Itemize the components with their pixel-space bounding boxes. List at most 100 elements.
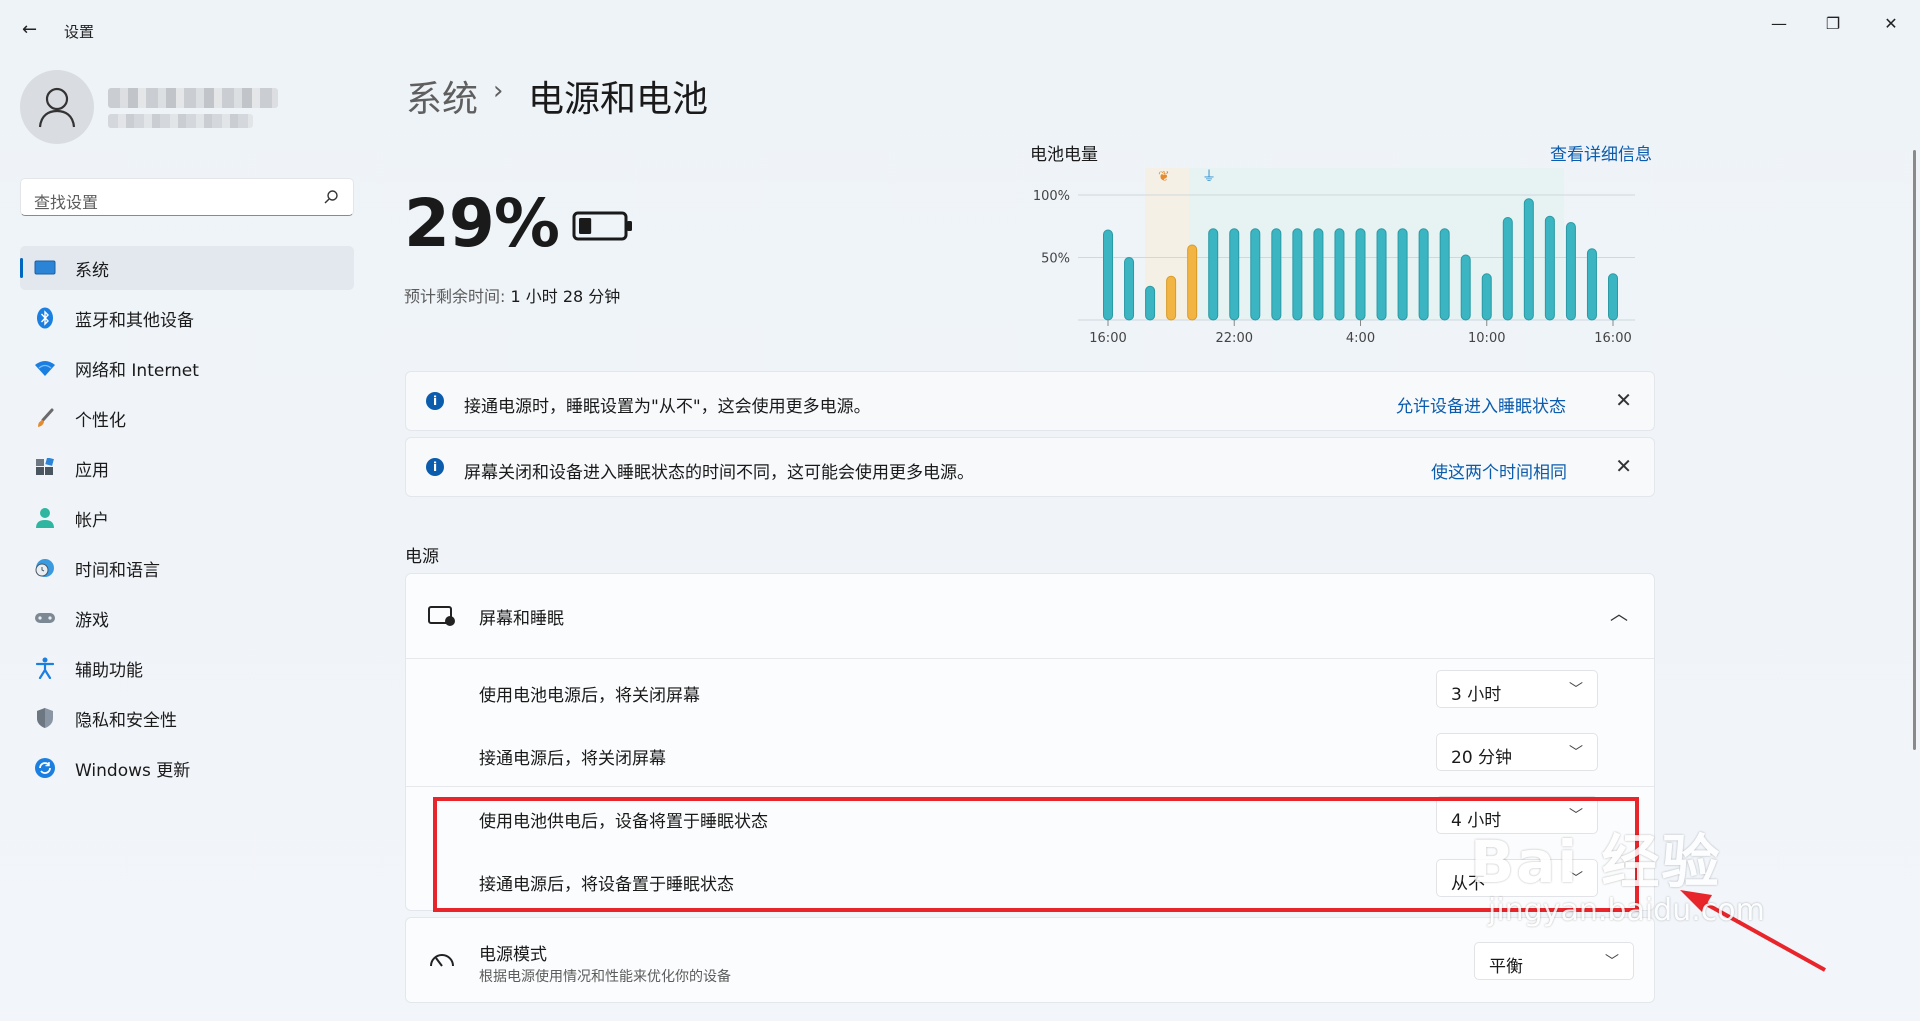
screen-sleep-header[interactable]: 屏幕和睡眠 ︿	[406, 574, 1654, 658]
system-icon	[34, 257, 56, 279]
wifi-icon	[34, 357, 56, 379]
chart-bar	[1502, 217, 1513, 321]
screen-sleep-icon	[428, 606, 455, 626]
remaining-time: 预计剩余时间: 1 小时 28 分钟	[404, 283, 620, 307]
sidebar-item-gaming[interactable]: 游戏	[20, 596, 354, 640]
apps-icon	[34, 457, 56, 479]
plugged-screen-off-dropdown[interactable]: 20 分钟 ﹀	[1436, 733, 1598, 771]
globe-clock-icon	[34, 557, 56, 579]
breadcrumb-separator: ›	[493, 76, 504, 106]
red-highlight-box	[433, 797, 1639, 912]
chevron-down-icon: ﹀	[1605, 954, 1619, 970]
chart-bar	[1208, 228, 1219, 321]
sidebar-item-apps[interactable]: 应用	[20, 446, 354, 490]
close-icon[interactable]: ✕	[1615, 454, 1632, 478]
avatar[interactable]	[20, 70, 94, 144]
sidebar-item-accessibility[interactable]: 辅助功能	[20, 646, 354, 690]
restore-button[interactable]: ❐	[1816, 12, 1850, 36]
search-icon[interactable]	[323, 189, 339, 205]
watermark-main: Bai 经验	[1470, 828, 1722, 896]
sidebar-item-accounts[interactable]: 帐户	[20, 496, 354, 540]
dropdown-value: 20 分钟	[1451, 748, 1513, 768]
chevron-down-icon: ﹀	[1569, 745, 1583, 761]
power-mode-label: 电源模式	[479, 945, 547, 965]
notice-text: 屏幕关闭和设备进入睡眠状态的时间不同，这可能会使用更多电源。	[464, 463, 974, 483]
remaining-value: 1 小时 28 分钟	[510, 287, 621, 306]
screen-sleep-label: 屏幕和睡眠	[479, 609, 564, 629]
watermark: Bai 经验 jingyan.baidu.com	[1470, 815, 1765, 928]
sidebar-item-bluetooth[interactable]: 蓝牙和其他设备	[20, 296, 354, 340]
remaining-label: 预计剩余时间:	[404, 287, 511, 306]
gauge-icon	[430, 954, 454, 967]
battery-screen-off-dropdown[interactable]: 3 小时 ﹀	[1436, 670, 1598, 708]
battery-percent: 29%	[404, 185, 560, 262]
chart-bar	[1124, 257, 1135, 321]
chart-bar	[1418, 228, 1429, 321]
x-tick-label: 22:00	[1216, 331, 1253, 346]
chart-bar	[1292, 228, 1303, 321]
breadcrumb-parent[interactable]: 系统	[406, 70, 478, 122]
y-tick-label: 100%	[1033, 189, 1070, 204]
chart-bar	[1608, 273, 1618, 321]
minimize-button[interactable]: —	[1762, 12, 1796, 36]
sidebar-item-label: 蓝牙和其他设备	[75, 310, 194, 331]
accessibility-icon	[34, 657, 56, 679]
chart-bar	[1565, 222, 1576, 321]
sidebar-item-label: 辅助功能	[75, 660, 143, 681]
dropdown-value: 平衡	[1489, 957, 1523, 977]
sidebar-item-windows-update[interactable]: Windows 更新	[20, 746, 354, 790]
chevron-up-icon[interactable]: ︿	[1610, 600, 1628, 626]
sidebar-item-label: 帐户	[75, 510, 109, 531]
sidebar-item-privacy[interactable]: 隐私和安全性	[20, 696, 354, 740]
search-placeholder: 查找设置	[34, 193, 99, 212]
sidebar-item-system[interactable]: 系统	[20, 246, 354, 290]
app-title: 设置	[64, 23, 95, 41]
chart-bar	[1586, 248, 1597, 321]
chart-bar	[1376, 228, 1387, 321]
scrollbar[interactable]	[1913, 150, 1916, 750]
shield-icon	[34, 707, 56, 729]
close-icon[interactable]: ✕	[1615, 388, 1632, 412]
info-icon: i	[426, 458, 444, 476]
x-tick-label: 4:00	[1346, 331, 1375, 346]
chart-bar	[1544, 215, 1555, 321]
back-icon[interactable]: ←	[22, 20, 42, 40]
divider	[406, 786, 1654, 787]
sidebar-item-time-language[interactable]: 时间和语言	[20, 546, 354, 590]
sidebar-item-personalization[interactable]: 个性化	[20, 396, 354, 440]
allow-sleep-link[interactable]: 允许设备进入睡眠状态	[1396, 392, 1566, 417]
sidebar-item-label: 应用	[75, 460, 109, 481]
match-times-link[interactable]: 使这两个时间相同	[1431, 458, 1567, 483]
notice-text: 接通电源时，睡眠设置为"从不"，这会使用更多电源。	[464, 397, 871, 417]
search-input[interactable]: 查找设置	[20, 178, 354, 216]
chart-bar	[1166, 275, 1177, 321]
title-bar: ← 设置 — ❐ ✕	[0, 0, 1920, 60]
power-mode-card: 电源模式 根据电源使用情况和性能来优化你的设备 平衡 ﹀	[405, 917, 1655, 1003]
bluetooth-icon	[34, 307, 56, 329]
chart-bar	[1250, 228, 1261, 321]
power-mode-dropdown[interactable]: 平衡 ﹀	[1474, 942, 1634, 980]
power-mode-desc: 根据电源使用情况和性能来优化你的设备	[479, 969, 731, 985]
gamepad-icon	[34, 607, 56, 629]
sidebar-nav: 系统 蓝牙和其他设备 网络和 Internet 个性化 应用 帐户 时间和语言 …	[20, 246, 354, 796]
sidebar-item-network[interactable]: 网络和 Internet	[20, 346, 354, 390]
chart-bar	[1355, 228, 1366, 321]
x-tick-label: 16:00	[1594, 331, 1631, 346]
y-tick-label: 50%	[1041, 252, 1070, 267]
plug-icon: ⏚	[1202, 169, 1216, 185]
section-title-power: 电源	[405, 547, 439, 567]
sidebar-item-label: 网络和 Internet	[75, 360, 199, 381]
chart-bar	[1460, 254, 1471, 321]
page-title: 电源和电池	[528, 79, 709, 120]
update-icon	[34, 757, 56, 779]
chart-bar	[1103, 229, 1113, 321]
chart-bar	[1334, 228, 1345, 321]
sidebar-item-label: 个性化	[75, 410, 126, 431]
chart-bar	[1313, 228, 1324, 321]
plugged-screen-off-label: 接通电源后，将关闭屏幕	[479, 749, 666, 769]
divider	[406, 658, 1654, 659]
sidebar-item-label: Windows 更新	[75, 760, 191, 781]
close-button[interactable]: ✕	[1874, 12, 1908, 36]
brush-icon	[34, 407, 56, 429]
account-icon	[34, 507, 56, 529]
